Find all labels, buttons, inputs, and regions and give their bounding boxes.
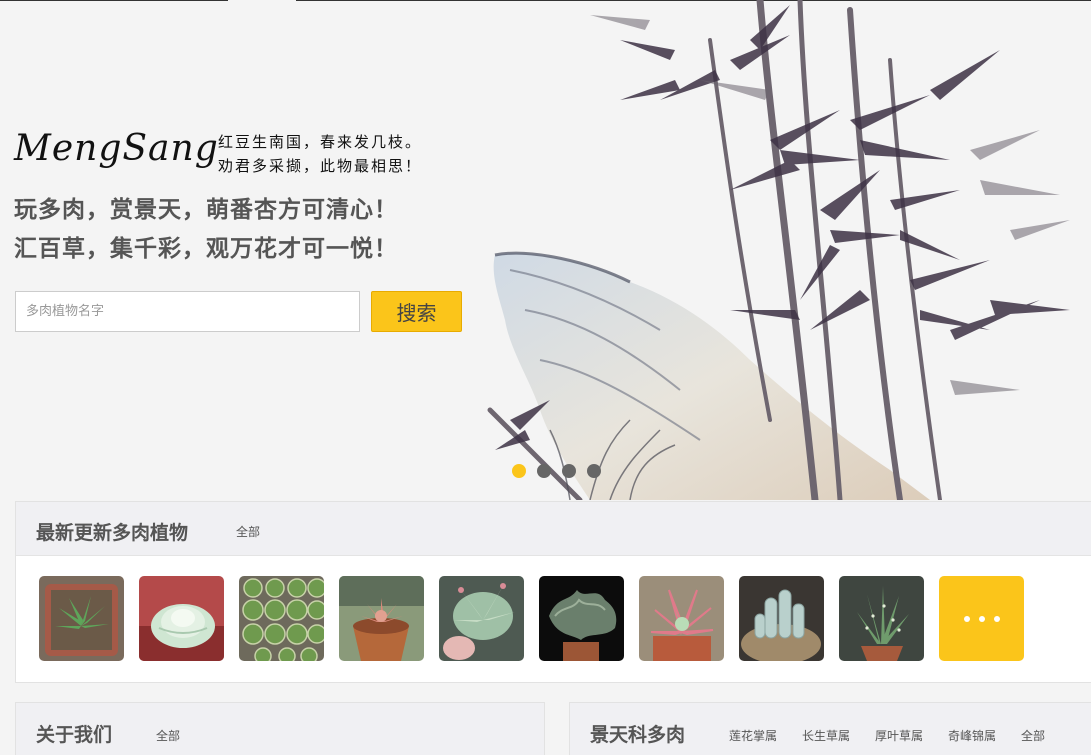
plant-thumbnail-pink-edged[interactable]: [639, 576, 724, 661]
latest-plants-title: 最新更新多肉植物: [36, 522, 189, 544]
poem-line-1: 红豆生南国，春来发几枝。: [218, 133, 423, 151]
sedum-title: 景天科多肉: [590, 724, 686, 746]
search-input[interactable]: [15, 291, 360, 332]
plant-thumbnail-crested[interactable]: [539, 576, 624, 661]
carousel-dot-2[interactable]: [537, 464, 551, 478]
thumbnail-row: [39, 576, 1024, 661]
genus-link-cotyledon[interactable]: 奇峰锦属: [948, 727, 996, 744]
more-dot: [963, 615, 970, 622]
more-plants-button[interactable]: [939, 576, 1024, 661]
about-us-title: 关于我们: [36, 724, 113, 746]
carousel-dot-4[interactable]: [587, 464, 601, 478]
site-logo[interactable]: MengSang: [14, 128, 219, 169]
more-dot: [993, 615, 1000, 622]
search-button[interactable]: 搜索: [371, 291, 462, 332]
genus-link-aeonium[interactable]: 莲花掌属: [729, 727, 777, 744]
genus-link-sempervivum[interactable]: 长生草属: [802, 727, 850, 744]
plant-thumbnail-pink-tipped[interactable]: [439, 576, 524, 661]
more-dot: [978, 615, 985, 622]
plant-thumbnail-haworthia[interactable]: [39, 576, 124, 661]
sedum-succulents-panel: 景天科多肉 莲花掌属 长生草属 厚叶草属 奇峰锦属 全部: [569, 702, 1091, 755]
about-us-all-link[interactable]: 全部: [156, 727, 180, 744]
genus-link-pachyphytum[interactable]: 厚叶草属: [875, 727, 923, 744]
hero-banner: MengSang 红豆生南国，春来发几枝。 劝君多采撷，此物最相思！ 玩多肉，赏…: [0, 0, 1091, 500]
plant-thumbnail-red-rosette[interactable]: [339, 576, 424, 661]
plant-thumbnail-pale-echeveria[interactable]: [139, 576, 224, 661]
plant-thumbnail-blue-finger[interactable]: [739, 576, 824, 661]
latest-plants-all-link[interactable]: 全部: [236, 523, 260, 540]
slogan-line-1: 玩多肉，赏景天，萌番杏方可清心！: [14, 197, 398, 223]
poem-line-2: 劝君多采撷，此物最相思！: [218, 157, 423, 175]
poem: 红豆生南国，春来发几枝。 劝君多采撷，此物最相思！: [218, 130, 422, 178]
bamboo-ink-painting: [487, 0, 1070, 500]
carousel-dot-3[interactable]: [562, 464, 576, 478]
plant-thumbnail-cactus-tray[interactable]: [239, 576, 324, 661]
carousel-dot-1[interactable]: [512, 464, 526, 478]
plant-thumbnail-spotted-aloe[interactable]: [839, 576, 924, 661]
about-us-panel: 关于我们 全部: [15, 702, 545, 755]
sedum-all-link[interactable]: 全部: [1021, 727, 1045, 744]
carousel-indicators: [512, 464, 601, 478]
latest-plants-header: 最新更新多肉植物 全部: [16, 502, 1091, 556]
latest-plants-panel: 最新更新多肉植物 全部: [15, 501, 1091, 683]
slogan-line-2: 汇百草，集千彩，观万花才可一悦！: [14, 236, 398, 262]
